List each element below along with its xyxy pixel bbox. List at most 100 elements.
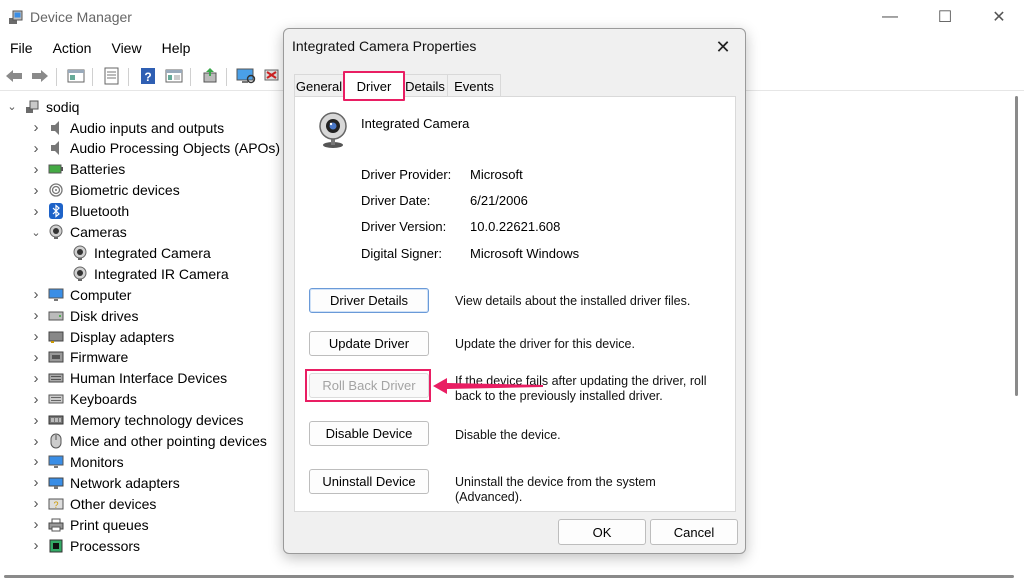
properties-button[interactable] bbox=[66, 66, 86, 86]
tree-item[interactable]: › Disk drives bbox=[30, 305, 139, 326]
tree-item[interactable]: › Human Interface Devices bbox=[30, 368, 228, 389]
display-adapter-icon bbox=[48, 329, 64, 345]
ok-button[interactable]: OK bbox=[558, 519, 646, 545]
tree-item-label: Disk drives bbox=[70, 307, 139, 324]
chevron-down-icon[interactable]: ⌄ bbox=[30, 226, 42, 239]
chevron-right-icon[interactable]: › bbox=[30, 161, 42, 178]
tree-item[interactable]: › Batteries bbox=[30, 159, 126, 180]
tab-details[interactable]: Details bbox=[402, 74, 448, 97]
chevron-right-icon[interactable]: › bbox=[30, 412, 42, 429]
chevron-right-icon[interactable]: › bbox=[30, 537, 42, 554]
tree-item-label: Computer bbox=[70, 286, 132, 303]
device-manager-icon bbox=[9, 10, 23, 24]
tree-item-label: Mice and other pointing devices bbox=[70, 433, 267, 449]
chevron-right-icon[interactable]: › bbox=[30, 203, 42, 220]
tree-root[interactable]: ⌄ sodiq bbox=[6, 96, 79, 117]
tree-item[interactable]: ⌄ Cameras bbox=[30, 222, 126, 243]
tree-item-label: Display adapters bbox=[70, 328, 175, 345]
tree-item[interactable]: › Processors bbox=[30, 535, 141, 556]
scan-hardware-button[interactable] bbox=[236, 66, 256, 86]
update-driver-icon bbox=[203, 68, 217, 83]
chevron-down-icon[interactable]: ⌄ bbox=[6, 101, 18, 113]
tree-item-label: Network adapters bbox=[70, 474, 180, 491]
scrollbar-thumb[interactable] bbox=[1015, 96, 1018, 396]
tree-item[interactable]: › Bluetooth bbox=[30, 201, 130, 222]
tree-item[interactable]: › Firmware bbox=[30, 347, 129, 368]
update-driver-button[interactable] bbox=[200, 66, 220, 86]
update-driver-button[interactable]: Update Driver bbox=[309, 331, 429, 356]
camera-icon bbox=[72, 245, 88, 261]
menu-view[interactable]: View bbox=[101, 38, 151, 60]
hid-icon bbox=[48, 370, 64, 386]
tree-item[interactable]: › Memory technology devices bbox=[30, 410, 244, 431]
dialog-close-button[interactable]: ✕ bbox=[711, 35, 735, 59]
chevron-right-icon[interactable]: › bbox=[30, 307, 42, 324]
tree-item[interactable]: › Audio inputs and outputs bbox=[30, 117, 225, 138]
forward-button[interactable] bbox=[30, 66, 50, 86]
minimize-button[interactable]: — bbox=[867, 0, 913, 34]
chevron-right-icon[interactable]: › bbox=[30, 140, 42, 157]
device-name: Integrated Camera bbox=[361, 116, 470, 131]
disable-device-button[interactable]: Disable Device bbox=[309, 421, 429, 446]
menu-file[interactable]: File bbox=[0, 38, 43, 60]
tree-item[interactable]: › Biometric devices bbox=[30, 180, 180, 201]
refresh-button[interactable] bbox=[102, 66, 122, 86]
chevron-right-icon[interactable]: › bbox=[30, 349, 42, 366]
close-button[interactable]: ✕ bbox=[976, 0, 1022, 34]
chevron-right-icon[interactable]: › bbox=[30, 391, 42, 408]
driver-details-button[interactable]: Driver Details bbox=[309, 288, 429, 313]
tree-item[interactable]: › Print queues bbox=[30, 514, 149, 535]
tree-item[interactable]: ›? Other devices bbox=[30, 493, 157, 514]
tree-item[interactable]: › Network adapters bbox=[30, 472, 180, 493]
properties-dialog: Integrated Camera Properties ✕ General D… bbox=[283, 28, 746, 554]
svg-text:?: ? bbox=[144, 70, 151, 84]
chevron-right-icon[interactable]: › bbox=[30, 286, 42, 303]
tab-events[interactable]: Events bbox=[447, 74, 501, 97]
tree-item[interactable]: › Mice and other pointing devices bbox=[30, 431, 267, 452]
back-button[interactable] bbox=[4, 66, 24, 86]
app-title: Device Manager bbox=[30, 9, 132, 25]
tree-item[interactable]: › Monitors bbox=[30, 451, 124, 472]
chevron-right-icon[interactable]: › bbox=[30, 182, 42, 199]
processor-icon bbox=[48, 538, 64, 554]
toolbar-separator bbox=[190, 68, 191, 86]
chevron-right-icon[interactable]: › bbox=[30, 474, 42, 491]
chevron-right-icon[interactable]: › bbox=[30, 433, 42, 450]
chevron-right-icon[interactable]: › bbox=[30, 516, 42, 533]
tab-general[interactable]: General bbox=[294, 74, 344, 97]
cancel-button[interactable]: Cancel bbox=[650, 519, 738, 545]
help-button[interactable]: ? bbox=[138, 66, 158, 86]
remove-device-button[interactable] bbox=[262, 66, 282, 86]
battery-icon bbox=[48, 161, 64, 177]
tab-driver[interactable]: Driver bbox=[343, 71, 405, 101]
toolbar-separator bbox=[92, 68, 93, 86]
tree-item[interactable]: › Computer bbox=[30, 284, 132, 305]
show-hidden-icon bbox=[165, 69, 183, 83]
maximize-button[interactable]: ☐ bbox=[922, 0, 968, 34]
tree-item-child[interactable]: Integrated Camera bbox=[72, 242, 211, 263]
chevron-right-icon[interactable]: › bbox=[30, 453, 42, 470]
uninstall-device-button[interactable]: Uninstall Device bbox=[309, 469, 429, 494]
menu-action[interactable]: Action bbox=[43, 38, 102, 60]
tree-item[interactable]: › Audio Processing Objects (APOs) bbox=[30, 138, 281, 159]
update-driver-desc: Update the driver for this device. bbox=[455, 337, 635, 351]
chevron-right-icon[interactable]: › bbox=[30, 370, 42, 387]
close-icon: ✕ bbox=[715, 36, 731, 57]
camera-icon bbox=[319, 112, 347, 148]
chevron-right-icon[interactable]: › bbox=[30, 495, 42, 512]
vertical-scrollbar[interactable] bbox=[1012, 96, 1022, 576]
chevron-right-icon[interactable]: › bbox=[30, 328, 42, 345]
chevron-right-icon[interactable]: › bbox=[30, 119, 42, 136]
speaker-icon bbox=[48, 140, 64, 156]
show-hidden-button[interactable] bbox=[164, 66, 184, 86]
tree-item[interactable]: › Display adapters bbox=[30, 326, 175, 347]
dialog-title: Integrated Camera Properties bbox=[292, 38, 477, 54]
tree-item-label: Monitors bbox=[70, 453, 124, 470]
menu-help[interactable]: Help bbox=[152, 38, 201, 60]
speaker-icon bbox=[48, 120, 64, 136]
tree-item-label: Human Interface Devices bbox=[70, 370, 228, 387]
tree-item-child[interactable]: Integrated IR Camera bbox=[72, 263, 229, 284]
uninstall-device-desc: Uninstall the device from the system (Ad… bbox=[455, 475, 656, 504]
tree-item-label: Firmware bbox=[70, 349, 129, 366]
tree-item[interactable]: › Keyboards bbox=[30, 389, 137, 410]
